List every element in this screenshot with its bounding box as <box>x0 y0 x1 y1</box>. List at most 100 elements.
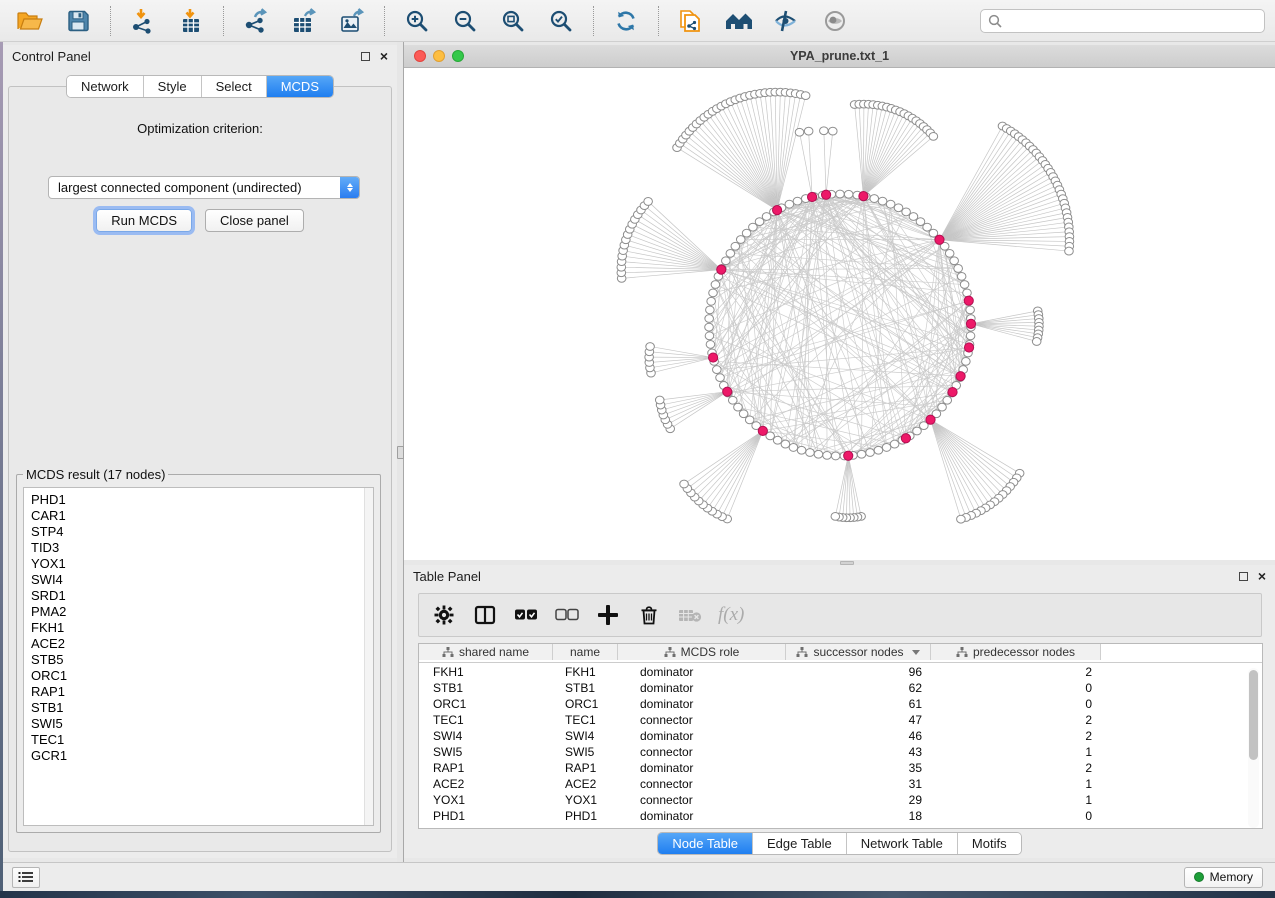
column-header-shared-name[interactable]: shared name <box>419 644 553 660</box>
cell-mcds_role[interactable]: connector <box>618 744 786 760</box>
tab-mcds[interactable]: MCDS <box>267 76 333 97</box>
table-scrollbar-thumb[interactable] <box>1249 670 1258 760</box>
cell-successor_nodes[interactable]: 46 <box>786 728 931 744</box>
cell-shared_name[interactable]: SWI5 <box>419 744 553 760</box>
cell-predecessor_nodes[interactable]: 2 <box>931 728 1101 744</box>
open-file-button[interactable] <box>10 4 50 38</box>
network-canvas[interactable] <box>404 68 1275 560</box>
cell-predecessor_nodes[interactable]: 0 <box>931 680 1101 696</box>
zoom-in-button[interactable] <box>397 4 437 38</box>
cell-mcds_role[interactable]: dominator <box>618 760 786 776</box>
mcds-list-scrollbar[interactable] <box>364 488 373 825</box>
criterion-select[interactable]: largest connected component (undirected) <box>48 176 360 199</box>
table-settings-button[interactable] <box>431 600 457 630</box>
tab-network-table[interactable]: Network Table <box>847 833 958 854</box>
export-image-button[interactable] <box>332 4 372 38</box>
mcds-result-item[interactable]: ORC1 <box>31 668 373 684</box>
panel-splitter[interactable] <box>397 42 404 862</box>
table-row[interactable]: SWI5SWI5connector431 <box>419 744 1262 760</box>
delete-table-button[interactable] <box>677 600 703 630</box>
close-panel-button[interactable]: Close panel <box>205 209 304 232</box>
cell-successor_nodes[interactable]: 18 <box>786 808 931 824</box>
run-mcds-button[interactable]: Run MCDS <box>96 209 192 232</box>
mcds-result-item[interactable]: STB1 <box>31 700 373 716</box>
mcds-result-item[interactable]: SWI5 <box>31 716 373 732</box>
float-panel-icon[interactable] <box>361 52 370 61</box>
cell-successor_nodes[interactable]: 31 <box>786 776 931 792</box>
network-window-titlebar[interactable]: YPA_prune.txt_1 <box>404 45 1275 68</box>
zoom-selected-button[interactable] <box>541 4 581 38</box>
cell-name[interactable]: TEC1 <box>553 712 618 728</box>
mcds-result-item[interactable]: RAP1 <box>31 684 373 700</box>
deselect-all-button[interactable] <box>554 600 580 630</box>
float-table-panel-icon[interactable] <box>1239 572 1248 581</box>
cell-predecessor_nodes[interactable]: 0 <box>931 808 1101 824</box>
cell-name[interactable]: STB1 <box>553 680 618 696</box>
table-row[interactable]: FKH1FKH1dominator962 <box>419 664 1262 680</box>
cell-successor_nodes[interactable]: 29 <box>786 792 931 808</box>
mcds-result-item[interactable]: FKH1 <box>31 620 373 636</box>
cell-successor_nodes[interactable]: 62 <box>786 680 931 696</box>
mcds-result-item[interactable]: SRD1 <box>31 588 373 604</box>
mcds-result-item[interactable]: STP4 <box>31 524 373 540</box>
close-panel-icon[interactable]: × <box>380 52 388 61</box>
toggle-column-view-button[interactable] <box>472 600 498 630</box>
column-header-MCDS-role[interactable]: MCDS role <box>618 644 786 660</box>
zoom-fit-button[interactable] <box>493 4 533 38</box>
table-row[interactable]: YOX1YOX1connector291 <box>419 792 1262 808</box>
cell-successor_nodes[interactable]: 96 <box>786 664 931 680</box>
export-network-button[interactable] <box>236 4 276 38</box>
cell-name[interactable]: ACE2 <box>553 776 618 792</box>
search-input[interactable] <box>1007 14 1257 28</box>
table-row[interactable]: TEC1TEC1connector472 <box>419 712 1262 728</box>
splitter-handle-icon[interactable] <box>397 446 404 459</box>
cell-predecessor_nodes[interactable]: 2 <box>931 664 1101 680</box>
mcds-result-item[interactable]: CAR1 <box>31 508 373 524</box>
cell-name[interactable]: SWI4 <box>553 728 618 744</box>
table-scrollbar[interactable] <box>1248 668 1259 828</box>
cell-shared_name[interactable]: ACE2 <box>419 776 553 792</box>
show-graphics-details-button[interactable] <box>815 4 855 38</box>
cell-name[interactable]: YOX1 <box>553 792 618 808</box>
tab-select[interactable]: Select <box>202 76 267 97</box>
import-table-button[interactable] <box>171 4 211 38</box>
cell-successor_nodes[interactable]: 47 <box>786 712 931 728</box>
cell-shared_name[interactable]: TEC1 <box>419 712 553 728</box>
table-row[interactable]: STB1STB1dominator620 <box>419 680 1262 696</box>
mcds-result-item[interactable]: PMA2 <box>31 604 373 620</box>
share-document-button[interactable] <box>671 4 711 38</box>
cell-successor_nodes[interactable]: 35 <box>786 760 931 776</box>
export-table-button[interactable] <box>284 4 324 38</box>
cell-predecessor_nodes[interactable]: 1 <box>931 776 1101 792</box>
zoom-out-button[interactable] <box>445 4 485 38</box>
cell-shared_name[interactable]: STB1 <box>419 680 553 696</box>
cell-predecessor_nodes[interactable]: 2 <box>931 712 1101 728</box>
cell-shared_name[interactable]: YOX1 <box>419 792 553 808</box>
refresh-button[interactable] <box>606 4 646 38</box>
column-header-successor-nodes[interactable]: successor nodes <box>786 644 931 660</box>
cell-mcds_role[interactable]: dominator <box>618 664 786 680</box>
cell-predecessor_nodes[interactable]: 1 <box>931 792 1101 808</box>
cell-mcds_role[interactable]: connector <box>618 712 786 728</box>
cell-name[interactable]: FKH1 <box>553 664 618 680</box>
function-builder-button[interactable]: f(x) <box>718 604 744 626</box>
cell-mcds_role[interactable]: connector <box>618 776 786 792</box>
table-row[interactable]: RAP1RAP1dominator352 <box>419 760 1262 776</box>
cell-mcds_role[interactable]: dominator <box>618 808 786 824</box>
cell-shared_name[interactable]: FKH1 <box>419 664 553 680</box>
column-header-name[interactable]: name <box>553 644 618 660</box>
mcds-result-item[interactable]: YOX1 <box>31 556 373 572</box>
tab-motifs[interactable]: Motifs <box>958 833 1021 854</box>
add-column-button[interactable] <box>595 600 621 630</box>
cell-shared_name[interactable]: SWI4 <box>419 728 553 744</box>
cell-name[interactable]: SWI5 <box>553 744 618 760</box>
cell-name[interactable]: PHD1 <box>553 808 618 824</box>
mcds-result-item[interactable]: TID3 <box>31 540 373 556</box>
cell-predecessor_nodes[interactable]: 1 <box>931 744 1101 760</box>
cell-mcds_role[interactable]: connector <box>618 792 786 808</box>
column-header-predecessor-nodes[interactable]: predecessor nodes <box>931 644 1101 660</box>
cell-mcds_role[interactable]: dominator <box>618 696 786 712</box>
cell-shared_name[interactable]: RAP1 <box>419 760 553 776</box>
cell-name[interactable]: ORC1 <box>553 696 618 712</box>
memory-button[interactable]: Memory <box>1184 867 1263 888</box>
